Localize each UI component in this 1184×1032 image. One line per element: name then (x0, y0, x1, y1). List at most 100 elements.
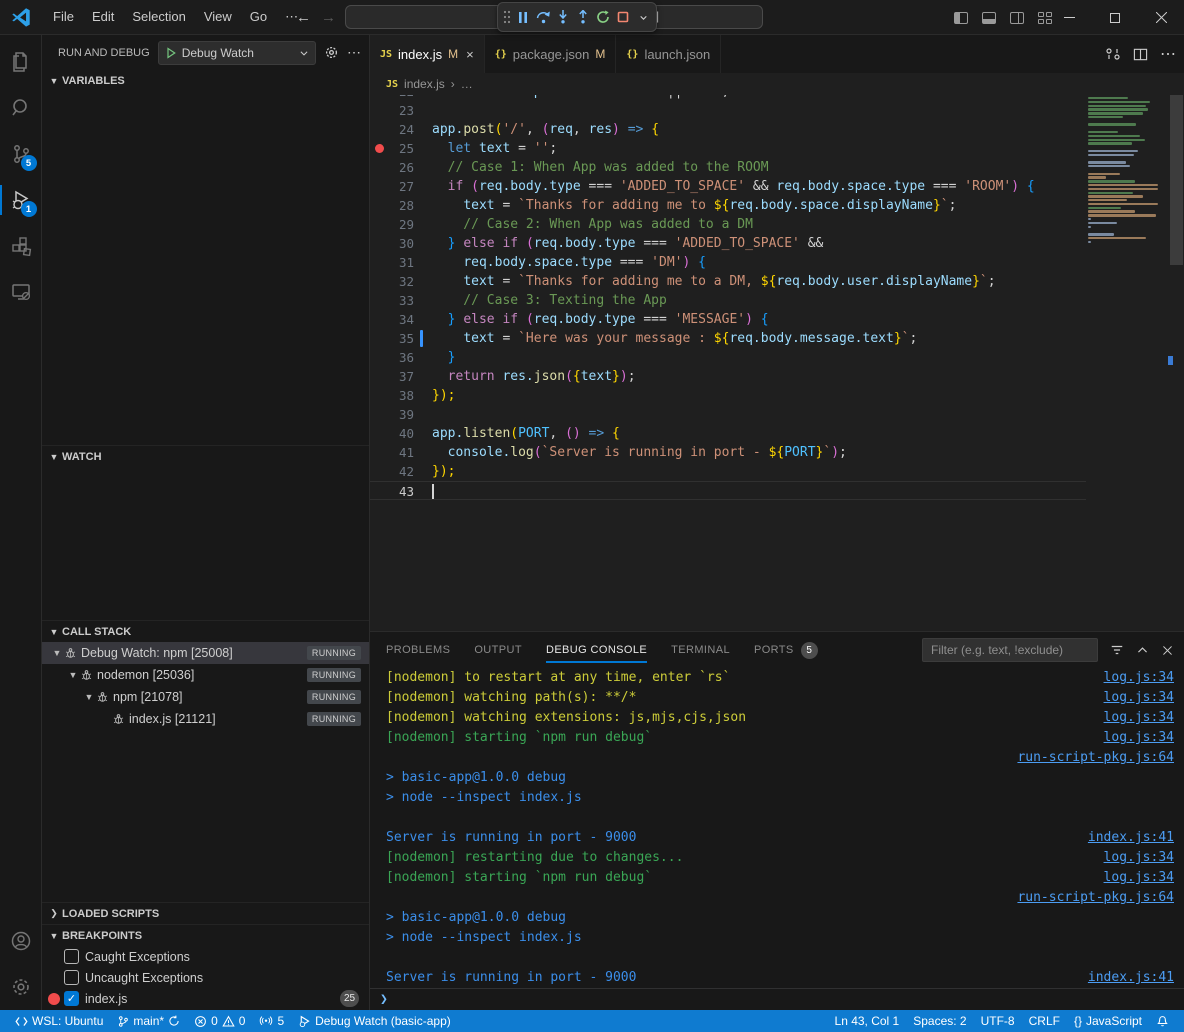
console-source-link[interactable]: log.js:34 (1104, 668, 1174, 688)
breakpoint-row[interactable]: Uncaught Exceptions (42, 967, 369, 988)
step-out-icon[interactable] (574, 6, 592, 28)
status-item-debug-session[interactable]: Debug Watch (basic-app) (291, 1010, 458, 1032)
minimap[interactable] (1088, 97, 1166, 248)
console-source-link[interactable]: log.js:34 (1104, 728, 1174, 748)
status-text: WSL: Ubuntu (32, 1014, 103, 1028)
split-editor-icon[interactable] (1133, 47, 1148, 62)
filter-icon[interactable] (1110, 643, 1124, 657)
more-actions-icon[interactable]: ⋯ (347, 44, 361, 61)
breakpoint-checkbox[interactable] (64, 970, 79, 985)
modified-indicator: M (595, 47, 605, 61)
console-source-link[interactable]: log.js:34 (1104, 848, 1174, 868)
tab-package.json[interactable]: {}package.jsonM (485, 35, 617, 73)
breakpoint-row[interactable]: Caught Exceptions (42, 946, 369, 967)
panel-tab-output[interactable]: OUTPUT (474, 632, 522, 668)
call-stack-row[interactable]: index.js [21121]RUNNING (42, 708, 369, 730)
stop-icon[interactable] (614, 6, 632, 28)
minimize-button[interactable] (1046, 0, 1092, 35)
call-stack-row[interactable]: ▼npm [21078]RUNNING (42, 686, 369, 708)
run-and-debug-icon[interactable]: 1 (0, 177, 42, 223)
watch-section-header[interactable]: ▼WATCH (42, 445, 369, 467)
debug-settings-gear-icon[interactable] (324, 45, 339, 60)
status-item-notifications[interactable] (1149, 1010, 1176, 1032)
console-source-link[interactable]: log.js:34 (1104, 708, 1174, 728)
loaded-scripts-section-header[interactable]: ❯LOADED SCRIPTS (42, 902, 369, 924)
toggle-secondary-sidebar-icon[interactable] (1010, 12, 1024, 24)
panel-tab-label: TERMINAL (671, 644, 730, 656)
menu-selection[interactable]: Selection (123, 5, 194, 29)
panel-tab-ports[interactable]: PORTS5 (754, 632, 818, 668)
menu-go[interactable]: Go (241, 5, 276, 29)
status-item-encoding[interactable]: UTF-8 (974, 1010, 1022, 1032)
status-item-cursor-position[interactable]: Ln 43, Col 1 (828, 1010, 907, 1032)
extensions-icon[interactable] (0, 223, 42, 269)
chevron-down-icon[interactable] (634, 6, 652, 28)
debug-console-output[interactable]: [nodemon] to restart at any time, enter … (370, 668, 1184, 988)
panel-tab-problems[interactable]: PROBLEMS (386, 632, 450, 668)
toggle-panel-icon[interactable] (982, 12, 996, 24)
menu-view[interactable]: View (195, 5, 241, 29)
account-icon[interactable] (0, 918, 42, 964)
breakpoints-section-header[interactable]: ▼BREAKPOINTS (42, 924, 369, 946)
toggle-sidebar-icon[interactable] (954, 12, 968, 24)
status-item-problems[interactable]: 00 (187, 1010, 252, 1032)
status-item-language-mode[interactable]: {}JavaScript (1067, 1010, 1149, 1032)
menu-edit[interactable]: Edit (83, 5, 123, 29)
console-source-link[interactable]: index.js:41 (1088, 828, 1174, 848)
console-source-link[interactable]: run-script-pkg.js:64 (1017, 748, 1174, 768)
console-source-link[interactable]: run-script-pkg.js:64 (1017, 888, 1174, 908)
status-item-eol[interactable]: CRLF (1022, 1010, 1067, 1032)
more-editor-actions-icon[interactable]: ⋯ (1160, 44, 1176, 64)
call-stack-section-header[interactable]: ▼CALL STACK (42, 620, 369, 642)
launch-config-dropdown[interactable]: Debug Watch (158, 41, 316, 65)
status-item-remote[interactable]: WSL: Ubuntu (8, 1010, 110, 1032)
console-source-link[interactable]: log.js:34 (1104, 868, 1174, 888)
tab-index.js[interactable]: JSindex.jsM× (370, 35, 485, 73)
maximize-button[interactable] (1092, 0, 1138, 35)
panel-tab-terminal[interactable]: TERMINAL (671, 632, 730, 668)
close-panel-icon[interactable] (1161, 644, 1174, 657)
code-line-41: 41 console.log(`Server is running in por… (370, 443, 1086, 462)
variables-section-header[interactable]: ▼VARIABLES (42, 70, 369, 92)
status-item-ports[interactable]: 5 (252, 1010, 291, 1032)
code-text: } else if (req.body.type === 'ADDED_TO_S… (432, 234, 823, 253)
open-changes-icon[interactable] (1105, 46, 1121, 62)
restart-icon[interactable] (594, 6, 612, 28)
gutter-change-marker (414, 462, 428, 481)
console-source-link[interactable]: index.js:41 (1088, 968, 1174, 988)
breakpoint-checkbox[interactable] (64, 949, 79, 964)
breakpoint-label: Uncaught Exceptions (85, 971, 203, 985)
menu-file[interactable]: File (44, 5, 83, 29)
pause-icon[interactable] (514, 6, 532, 28)
status-item-branch[interactable]: main* (110, 1010, 187, 1032)
settings-gear-icon[interactable] (0, 964, 42, 1010)
close-tab-icon[interactable]: × (466, 47, 474, 62)
maximize-panel-icon[interactable] (1136, 644, 1149, 657)
step-into-icon[interactable] (554, 6, 572, 28)
forward-arrow-icon[interactable]: → (321, 9, 336, 26)
step-over-icon[interactable] (534, 6, 552, 28)
console-source-link[interactable]: log.js:34 (1104, 688, 1174, 708)
status-item-indentation[interactable]: Spaces: 2 (906, 1010, 973, 1032)
breadcrumb[interactable]: JS index.js › … (370, 73, 1184, 95)
breakpoint-row[interactable]: ✓index.js25 (42, 988, 369, 1009)
error-icon (194, 1015, 207, 1028)
call-stack-row[interactable]: ▼Debug Watch: npm [25008]RUNNING (42, 642, 369, 664)
debug-console-input[interactable]: ❯ (370, 988, 1184, 1010)
search-icon[interactable] (0, 85, 42, 131)
explorer-icon[interactable] (0, 39, 42, 85)
breakpoint-glyph[interactable] (370, 139, 388, 158)
source-control-icon[interactable]: 5 (0, 131, 42, 177)
code-editor[interactable]: 22const PORT = process.env.PORT || 9000;… (370, 95, 1184, 631)
call-stack-row[interactable]: ▼nodemon [25036]RUNNING (42, 664, 369, 686)
back-arrow-icon[interactable]: ← (296, 9, 311, 26)
sync-icon (168, 1015, 180, 1027)
remote-explorer-icon[interactable] (0, 269, 42, 315)
panel-tab-debug-console[interactable]: DEBUG CONSOLE (546, 632, 647, 668)
tab-launch.json[interactable]: {}launch.json (616, 35, 721, 73)
code-text: // Case 3: Texting the App (432, 291, 667, 310)
close-button[interactable] (1138, 0, 1184, 35)
breakpoint-checkbox[interactable]: ✓ (64, 991, 79, 1006)
editor-scrollbar[interactable] (1168, 95, 1184, 631)
console-filter-input[interactable]: Filter (e.g. text, !exclude) (922, 638, 1098, 662)
